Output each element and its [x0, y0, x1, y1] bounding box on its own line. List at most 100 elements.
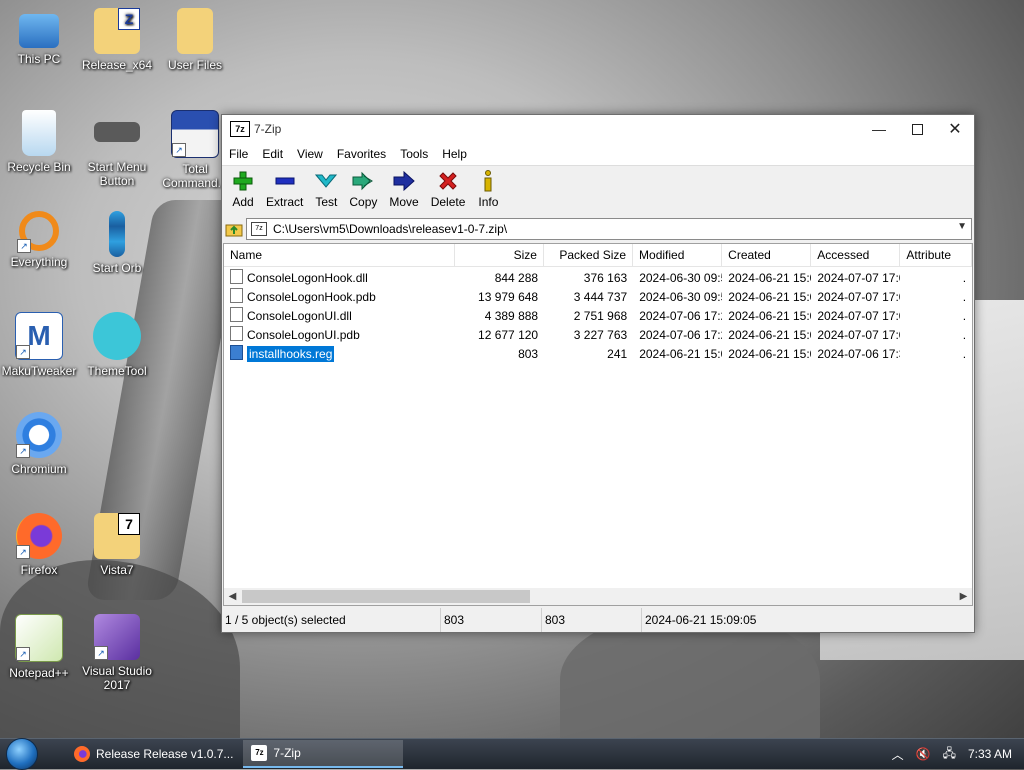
- maximize-button[interactable]: [898, 115, 936, 143]
- file-created: 2024-06-21 15:04: [728, 328, 811, 342]
- sevenzip-app-icon: 7z: [230, 121, 250, 137]
- col-size[interactable]: Size: [455, 244, 544, 266]
- taskbar: Release Release v1.0.7... 7z 7-Zip ︿ 🔇 🖧…: [0, 738, 1024, 770]
- file-icon: [230, 288, 243, 303]
- col-packed-size[interactable]: Packed Size: [544, 244, 634, 266]
- firefox-icon: ↗: [16, 513, 62, 559]
- table-row[interactable]: ConsoleLogonHook.pdb 13 979 648 3 444 73…: [224, 288, 972, 307]
- table-row[interactable]: ConsoleLogonHook.dll 844 288 376 163 202…: [224, 269, 972, 288]
- scroll-left-icon[interactable]: ◀: [224, 588, 241, 605]
- desktop-icon-start-menu-button[interactable]: Start Menu Button: [78, 110, 156, 188]
- windows-orb-icon: [6, 738, 38, 770]
- delete-button[interactable]: Delete: [425, 166, 472, 209]
- file-name: ConsoleLogonUI.dll: [247, 309, 352, 323]
- desktop-icon-vista7[interactable]: 7 Vista7: [78, 513, 156, 577]
- desktop-icon-everything[interactable]: ↗ Everything: [0, 211, 78, 269]
- desktop-icon-start-orb[interactable]: Start Orb: [78, 211, 156, 275]
- maximize-icon: [911, 123, 923, 135]
- status-selected: 1 / 5 object(s) selected: [222, 608, 441, 632]
- desktop-icon-firefox[interactable]: ↗ Firefox: [0, 513, 78, 577]
- file-packed-size: 3 227 763: [573, 328, 628, 342]
- col-name[interactable]: Name: [224, 244, 455, 266]
- col-attribute[interactable]: Attribute: [900, 244, 972, 266]
- file-modified: 2024-07-06 17:29: [639, 309, 722, 323]
- desktop-icon-user-files[interactable]: User Files: [156, 8, 234, 72]
- volume-muted-icon[interactable]: 🔇: [916, 747, 931, 761]
- menu-tools[interactable]: Tools: [393, 147, 435, 161]
- file-modified: 2024-07-06 17:29: [639, 328, 722, 342]
- desktop-icon-chromium[interactable]: ↗ Chromium: [0, 412, 78, 476]
- chromium-icon: ↗: [16, 412, 62, 458]
- address-input[interactable]: 7z C:\Users\vm5\Downloads\releasev1-0-7.…: [246, 218, 972, 240]
- desktop-icon-release-x64[interactable]: Z Release_x64: [78, 8, 156, 72]
- menu-favorites[interactable]: Favorites: [330, 147, 393, 161]
- test-button[interactable]: Test: [309, 166, 343, 209]
- menu-bar: File Edit View Favorites Tools Help: [222, 143, 974, 166]
- extract-button[interactable]: Extract: [260, 166, 309, 209]
- table-row-selected[interactable]: installhooks.reg 803 241 2024-06-21 15:0…: [224, 345, 972, 364]
- file-size: 844 288: [494, 271, 539, 285]
- toolbar: Add Extract Test Copy Move Delete Info: [222, 166, 974, 216]
- file-modified: 2024-06-21 15:09: [639, 347, 722, 361]
- file-list: Name Size Packed Size Modified Created A…: [223, 243, 973, 606]
- desktop-icon-notepadpp[interactable]: ↗ Notepad++: [0, 614, 78, 680]
- status-size: 803: [441, 608, 542, 632]
- network-icon[interactable]: 🖧: [943, 744, 956, 765]
- computer-icon: [19, 14, 59, 48]
- file-modified: 2024-06-30 09:54: [639, 271, 722, 285]
- move-button[interactable]: Move: [383, 166, 424, 209]
- menu-help[interactable]: Help: [435, 147, 474, 161]
- info-button[interactable]: Info: [471, 166, 505, 209]
- taskbar-item-7zip[interactable]: 7z 7-Zip: [243, 740, 404, 768]
- file-icon: [230, 326, 243, 341]
- menu-edit[interactable]: Edit: [255, 147, 290, 161]
- address-bar: 7z C:\Users\vm5\Downloads\releasev1-0-7.…: [222, 216, 974, 242]
- shortcut-arrow-icon: ↗: [16, 444, 30, 458]
- menu-file[interactable]: File: [222, 147, 255, 161]
- start-button[interactable]: [0, 738, 44, 770]
- folder-up-icon: [225, 224, 243, 237]
- col-created[interactable]: Created: [722, 244, 812, 266]
- minimize-button[interactable]: —: [860, 115, 898, 143]
- file-name: installhooks.reg: [247, 346, 335, 362]
- file-created: 2024-06-21 15:08: [728, 347, 811, 361]
- col-accessed[interactable]: Accessed: [811, 244, 901, 266]
- desktop-icon-recycle-bin[interactable]: Recycle Bin: [0, 110, 78, 174]
- chevron-up-icon[interactable]: ︿: [892, 746, 904, 763]
- taskbar-item-firefox[interactable]: Release Release v1.0.7...: [66, 740, 241, 768]
- desktop-icon-makutweaker[interactable]: M ↗ MakuTweaker: [0, 312, 78, 378]
- info-icon: [477, 170, 499, 192]
- file-icon: [230, 269, 243, 284]
- file-attribute: .: [962, 347, 967, 361]
- horizontal-scrollbar[interactable]: ◀ ▶: [224, 588, 972, 605]
- col-modified[interactable]: Modified: [633, 244, 723, 266]
- file-name: ConsoleLogonHook.dll: [247, 271, 368, 285]
- file-modified: 2024-06-30 09:54: [639, 290, 722, 304]
- table-row[interactable]: ConsoleLogonUI.pdb 12 677 120 3 227 763 …: [224, 326, 972, 345]
- file-packed-size: 2 751 968: [573, 309, 628, 323]
- add-button[interactable]: Add: [226, 166, 260, 209]
- desktop-icon-themetool[interactable]: ThemeTool: [78, 312, 156, 378]
- zip-file-icon: 7z: [251, 222, 267, 236]
- title-bar[interactable]: 7z 7-Zip — ✕: [222, 115, 974, 143]
- user-folder-icon: [177, 8, 213, 54]
- scroll-right-icon[interactable]: ▶: [955, 588, 972, 605]
- status-bar: 1 / 5 object(s) selected 803 803 2024-06…: [222, 608, 974, 632]
- up-folder-button[interactable]: [222, 218, 246, 240]
- close-button[interactable]: ✕: [936, 115, 974, 143]
- desktop-icon-visual-studio[interactable]: ↗ Visual Studio 2017: [78, 614, 156, 692]
- copy-button[interactable]: Copy: [343, 166, 383, 209]
- table-row[interactable]: ConsoleLogonUI.dll 4 389 888 2 751 968 2…: [224, 307, 972, 326]
- scrollbar-thumb[interactable]: [242, 590, 530, 603]
- shortcut-arrow-icon: ↗: [16, 345, 30, 359]
- file-accessed: 2024-07-07 17:01: [817, 328, 900, 342]
- clock[interactable]: 7:33 AM: [968, 747, 1012, 761]
- close-icon: ✕: [948, 121, 962, 138]
- shortcut-arrow-icon: ↗: [172, 143, 186, 157]
- chevron-down-icon[interactable]: ▼: [957, 221, 967, 232]
- file-accessed: 2024-07-07 17:01: [817, 309, 900, 323]
- menu-view[interactable]: View: [290, 147, 330, 161]
- magnifier-icon: ↗: [17, 211, 59, 253]
- desktop-icon-this-pc[interactable]: This PC: [0, 8, 78, 66]
- floppy-disk-icon: ↗: [171, 110, 219, 158]
